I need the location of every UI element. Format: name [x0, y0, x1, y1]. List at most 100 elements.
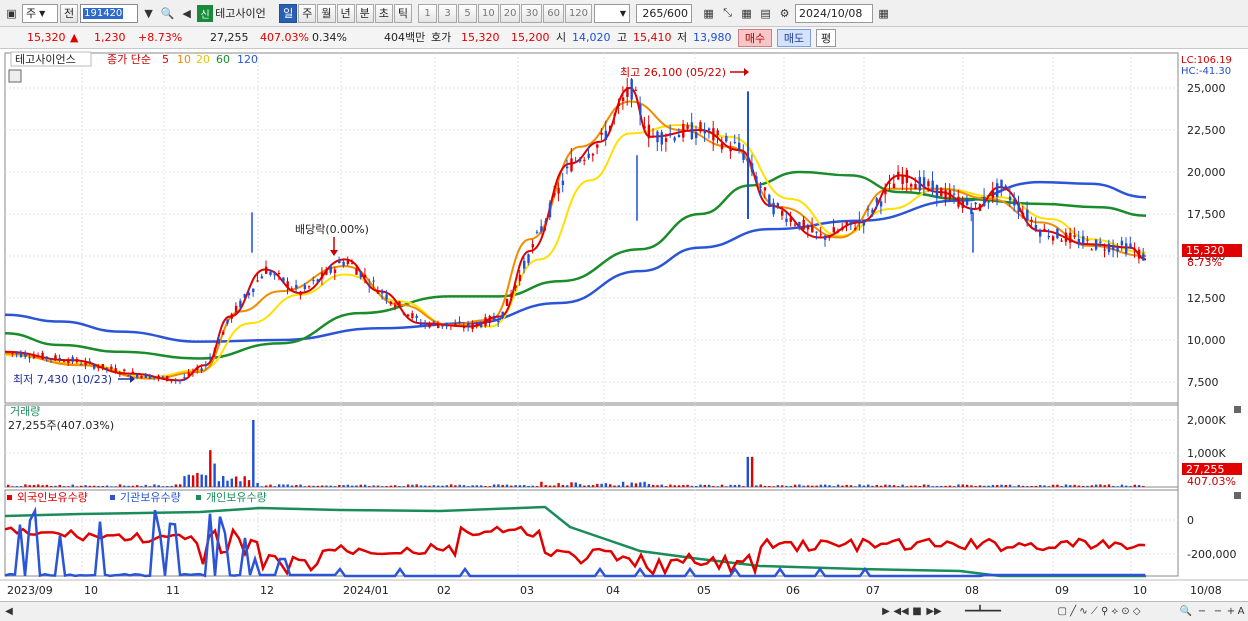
zoom-slider[interactable]: ━━┻━━━ [948, 604, 1018, 619]
candle-body [1137, 249, 1141, 259]
minute-option-button[interactable]: 20 [499, 3, 521, 23]
zoom-reset-icon[interactable]: − [1212, 604, 1224, 619]
candle-body [566, 166, 569, 169]
buy-button[interactable]: 매수 [738, 29, 772, 47]
speaker-icon[interactable]: ◀ [178, 4, 195, 23]
volume-title: 거래량 [10, 405, 40, 418]
candle-body [759, 186, 762, 188]
minute-option-button[interactable]: 5 [458, 3, 477, 23]
volume-bar [428, 485, 431, 487]
volume-bar [282, 484, 285, 487]
hc-label: HC:-41.30 [1181, 66, 1231, 77]
volume-bar [7, 484, 10, 487]
calendar-icon[interactable]: ▦ [875, 4, 892, 23]
unit-select[interactable]: ▼ [594, 3, 631, 23]
candle-body [639, 104, 642, 115]
candle-body [389, 301, 393, 305]
volume-bar [204, 475, 208, 487]
minute-option-button[interactable]: 120 [564, 3, 593, 23]
minute-option-button[interactable]: 1 [418, 3, 437, 23]
volume-bar [944, 485, 947, 487]
chart-tool-icon[interactable]: ▦ [700, 4, 717, 23]
candle-body [15, 352, 18, 354]
candle-body [931, 180, 934, 190]
high-label: 고 [617, 31, 628, 44]
ma-legend-period: 60 [216, 53, 230, 66]
volume-bar [699, 484, 702, 487]
minute-option-button[interactable]: 3 [438, 3, 457, 23]
candle-body [841, 227, 844, 230]
volume-bar [286, 484, 289, 487]
zoom-in-icon[interactable]: + [1226, 604, 1236, 619]
candle-body [776, 203, 780, 207]
chevron-down-icon: ▼ [39, 8, 46, 18]
grid-icon[interactable]: ▦ [738, 4, 755, 23]
minute-option-button[interactable]: 10 [478, 3, 499, 23]
volume-bar [398, 486, 401, 487]
volume-bar [338, 484, 341, 487]
candle-body [871, 209, 874, 214]
zoom-search-icon[interactable]: 🔍 [1180, 604, 1192, 619]
rewind-icon[interactable]: ◀◀ [893, 604, 908, 619]
volume-bar [510, 485, 513, 487]
candle-body [634, 89, 638, 91]
volume-bar [540, 481, 543, 487]
eval-button[interactable]: 평 [816, 29, 836, 47]
period-button[interactable]: 월 [317, 3, 336, 23]
volume-bar [871, 485, 874, 487]
period-button[interactable]: 년 [336, 3, 355, 23]
volume-bar [333, 486, 337, 487]
drawing-tool-icon[interactable]: ⤡ [719, 4, 736, 23]
sell-button[interactable]: 매도 [777, 29, 811, 47]
period-button[interactable]: 분 [355, 3, 374, 23]
drawing-tools[interactable]: ▢ ╱ ∿ ⟋ ⚲ ⟡ ⊙ ◇ [1024, 604, 1174, 619]
volume-bar [351, 485, 354, 487]
period-button[interactable]: 일 [279, 3, 298, 23]
stop-icon[interactable]: ■ [911, 604, 923, 619]
minute-option-button[interactable]: 30 [521, 3, 543, 23]
data-count-field[interactable]: 265/600 [636, 3, 693, 23]
play-icon[interactable]: ▶ [880, 604, 892, 619]
candle-body [290, 288, 294, 290]
candle-body [1056, 228, 1059, 239]
volume-bar [793, 484, 797, 487]
window-icon[interactable]: ▣ [3, 4, 20, 23]
volume-bar [161, 486, 165, 487]
volume-bar [462, 485, 466, 487]
zoom-out-icon[interactable]: − [1196, 604, 1208, 619]
price-axis-tick: 10,000 [1187, 334, 1226, 347]
forward-icon[interactable]: ▶▶ [926, 604, 941, 619]
panel-close-icon[interactable] [1234, 492, 1241, 499]
indicator-settings-icon[interactable] [8, 69, 22, 83]
date-field[interactable]: 2024/10/08 [795, 3, 874, 23]
dropdown-arrow-icon[interactable]: ▼ [140, 4, 157, 23]
volume-bar [71, 484, 74, 487]
period-button[interactable]: 주 [298, 3, 317, 23]
period-button[interactable]: 초 [374, 3, 393, 23]
candle-body [643, 126, 646, 129]
volume-bar [1047, 486, 1050, 487]
volume-bar [415, 484, 418, 487]
volume-bar [424, 485, 427, 487]
candle-body [209, 357, 212, 359]
gear-icon[interactable]: ⚙ [776, 4, 793, 23]
panel-close-icon[interactable] [1234, 406, 1241, 413]
volume-bar [84, 485, 87, 487]
font-size-icon[interactable]: A [1236, 604, 1246, 619]
ma-legend-period: 120 [237, 53, 258, 66]
search-icon[interactable]: 🔍 [159, 4, 176, 23]
x-axis-label: 2023/09 [7, 584, 53, 597]
prev-button[interactable]: 전 [60, 3, 79, 23]
period-button[interactable]: 틱 [393, 3, 412, 23]
save-icon[interactable]: ▤ [757, 4, 774, 23]
scroll-left-icon[interactable]: ◀ [4, 604, 14, 619]
stock-code-input[interactable]: 191420 [80, 3, 139, 23]
chart-type-select[interactable]: 주 ▼ [22, 3, 58, 23]
chart-area: 25,00022,50020,00017,50015,00012,50010,0… [0, 49, 1248, 601]
candle-body [222, 331, 225, 335]
volume-bar [918, 486, 921, 487]
volume-bar [118, 484, 122, 487]
stock-chart-svg[interactable]: 25,00022,50020,00017,50015,00012,50010,0… [0, 49, 1248, 601]
volume-bar [419, 485, 423, 487]
minute-option-button[interactable]: 60 [543, 3, 564, 23]
